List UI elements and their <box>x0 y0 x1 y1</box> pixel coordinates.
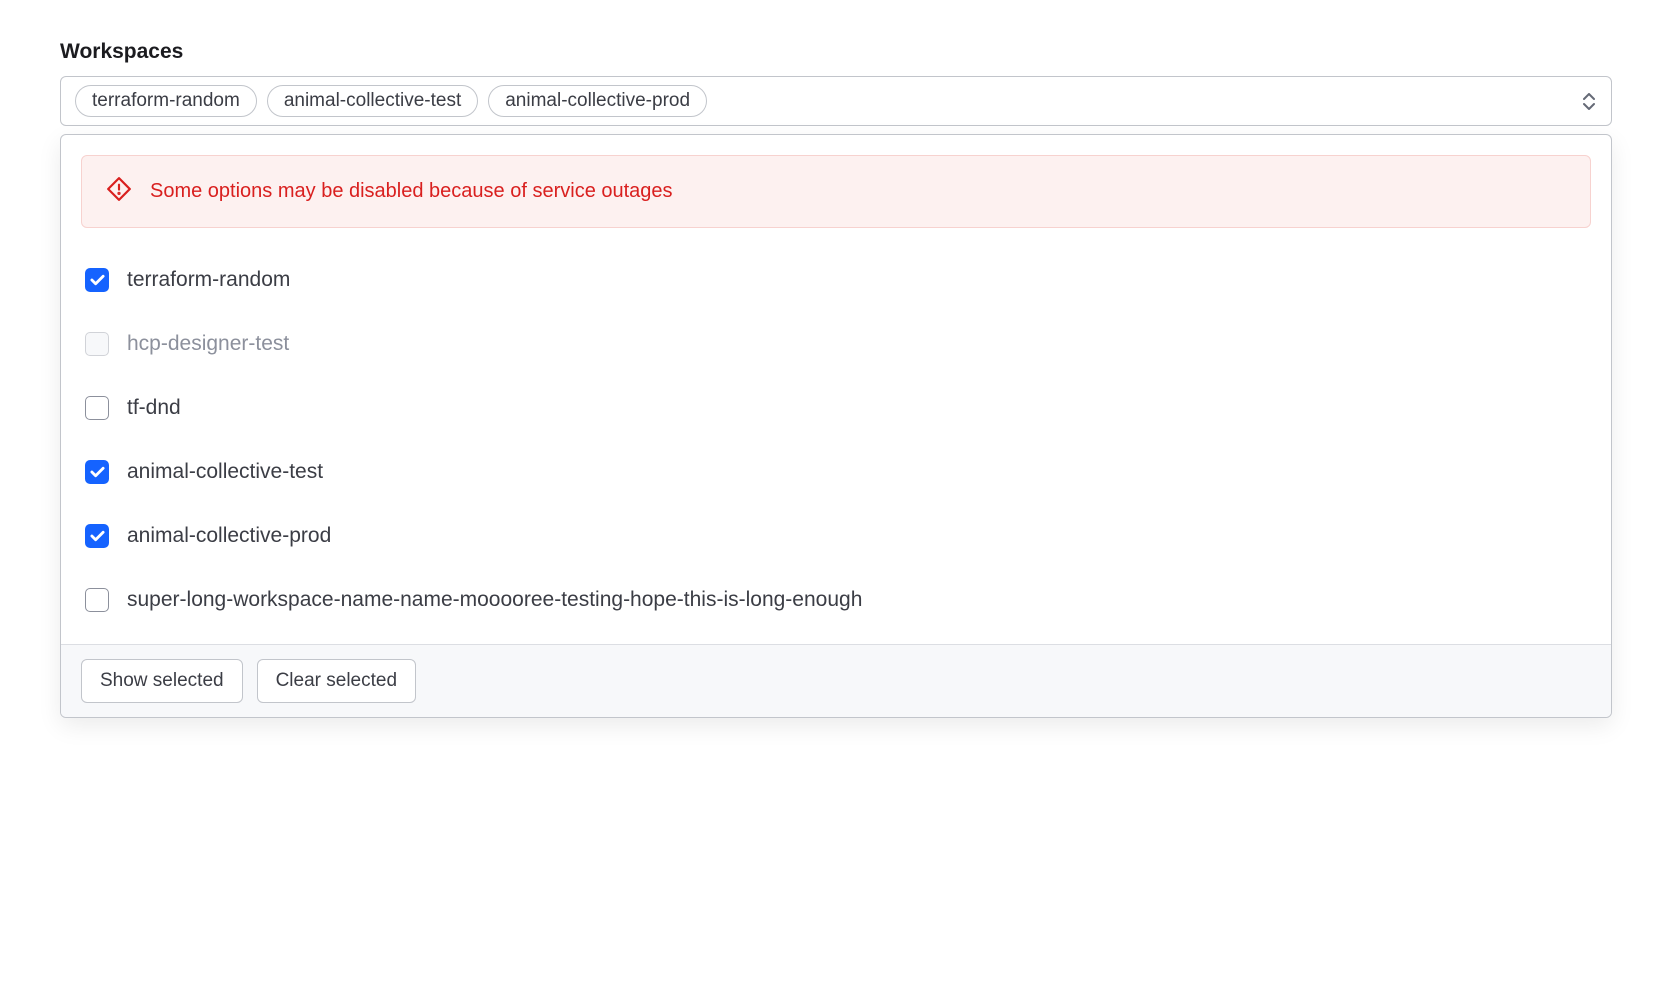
checkbox-disabled-icon <box>85 332 109 356</box>
checkbox-checked-icon <box>85 460 109 484</box>
checkbox-unchecked-icon <box>85 396 109 420</box>
option-hcp-designer-test: hcp-designer-test <box>81 312 1591 376</box>
field-label: Workspaces <box>60 40 1612 64</box>
option-label: super-long-workspace-name-name-mooooree-… <box>127 588 862 612</box>
multi-select-input[interactable]: terraform-random animal-collective-test … <box>60 76 1612 126</box>
alert-diamond-icon <box>106 176 132 207</box>
checkbox-checked-icon <box>85 268 109 292</box>
selected-tag[interactable]: animal-collective-prod <box>488 85 707 117</box>
checkbox-checked-icon <box>85 524 109 548</box>
option-label: tf-dnd <box>127 396 181 420</box>
checkbox-unchecked-icon <box>85 588 109 612</box>
dropdown-footer: Show selected Clear selected <box>61 644 1611 717</box>
option-label: animal-collective-prod <box>127 524 331 548</box>
option-label: terraform-random <box>127 268 290 292</box>
clear-selected-button[interactable]: Clear selected <box>257 659 416 703</box>
option-label: animal-collective-test <box>127 460 323 484</box>
option-label: hcp-designer-test <box>127 332 289 356</box>
chevron-up-down-icon <box>1583 93 1597 110</box>
selected-tag[interactable]: terraform-random <box>75 85 257 117</box>
option-terraform-random[interactable]: terraform-random <box>81 248 1591 312</box>
dropdown-panel: Some options may be disabled because of … <box>60 134 1612 718</box>
selected-tag[interactable]: animal-collective-test <box>267 85 478 117</box>
warning-alert: Some options may be disabled because of … <box>81 155 1591 228</box>
alert-message: Some options may be disabled because of … <box>150 180 673 203</box>
option-animal-collective-prod[interactable]: animal-collective-prod <box>81 504 1591 568</box>
option-tf-dnd[interactable]: tf-dnd <box>81 376 1591 440</box>
option-super-long-workspace-name[interactable]: super-long-workspace-name-name-mooooree-… <box>81 568 1591 632</box>
option-animal-collective-test[interactable]: animal-collective-test <box>81 440 1591 504</box>
show-selected-button[interactable]: Show selected <box>81 659 243 703</box>
